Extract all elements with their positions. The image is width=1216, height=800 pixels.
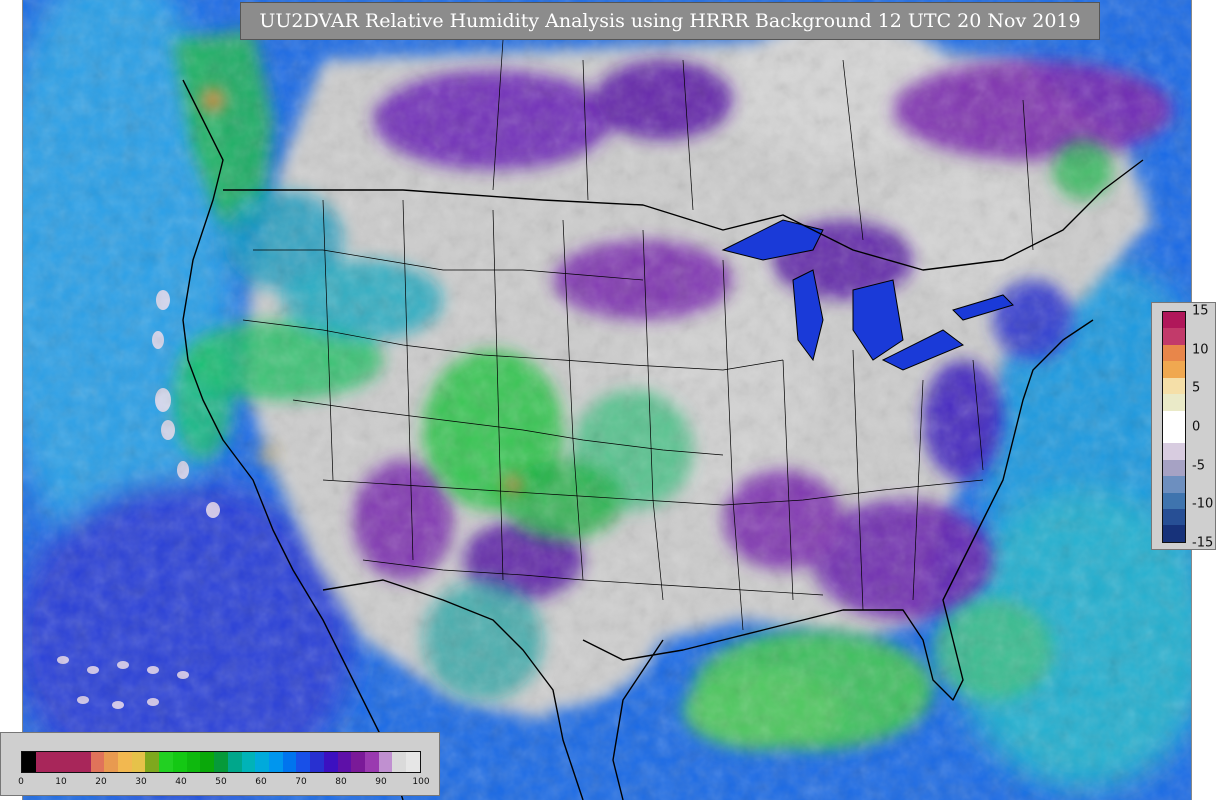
colorbar-segment — [1163, 394, 1185, 411]
colorbar-segment — [241, 752, 256, 772]
colorbar-segment — [1163, 361, 1185, 378]
colorbar-segment — [1163, 492, 1185, 510]
colorbar-segment — [172, 752, 187, 772]
colorbar-segment — [337, 752, 352, 772]
colorbar-segment — [1163, 525, 1185, 542]
rh-colorbar — [21, 751, 421, 773]
colorbar-segment — [268, 752, 283, 772]
rh-tick-label: 40 — [175, 777, 187, 787]
colorbar-segment — [76, 752, 91, 772]
colorbar-segment — [1163, 410, 1185, 427]
rh-analysis-map — [23, 0, 1191, 800]
difference-colorbar — [1162, 311, 1186, 543]
colorbar-segment — [351, 752, 365, 772]
colorbar-segment — [1163, 509, 1185, 526]
difference-tick-label: 5 — [1192, 380, 1201, 396]
colorbar-segment — [1163, 459, 1185, 477]
colorbar-segment — [1163, 377, 1185, 395]
difference-colorbar-legend: 15 10 5 0 -5 -10 -15 — [1151, 302, 1216, 551]
colorbar-segment — [1163, 476, 1185, 493]
colorbar-segment — [364, 752, 379, 772]
difference-tick-label: 0 — [1192, 419, 1201, 435]
colorbar-segment — [1163, 426, 1185, 444]
colorbar-segment — [159, 752, 173, 772]
colorbar-segment — [255, 752, 269, 772]
colorbar-segment — [118, 752, 132, 772]
map-title: UU2DVAR Relative Humidity Analysis using… — [240, 2, 1100, 40]
map-panel — [22, 0, 1192, 800]
colorbar-segment — [49, 752, 64, 772]
colorbar-segment — [63, 752, 77, 772]
colorbar-segment — [145, 752, 160, 772]
rh-tick-label: 80 — [335, 777, 347, 787]
rh-tick-label: 0 — [18, 777, 24, 787]
colorbar-segment — [200, 752, 215, 772]
rh-tick-label: 60 — [255, 777, 267, 787]
colorbar-segment — [90, 752, 105, 772]
rh-tick-label: 90 — [375, 777, 387, 787]
colorbar-segment — [131, 752, 146, 772]
rh-tick-label: 100 — [412, 777, 430, 787]
rh-tick-label: 10 — [55, 777, 67, 787]
colorbar-segment — [214, 752, 228, 772]
colorbar-segment — [378, 752, 393, 772]
difference-tick-label: -10 — [1192, 496, 1214, 512]
difference-tick-label: 10 — [1192, 342, 1209, 358]
colorbar-segment — [1163, 443, 1185, 460]
colorbar-segment — [1163, 328, 1185, 345]
colorbar-segment — [406, 752, 420, 772]
colorbar-segment — [1163, 312, 1185, 329]
colorbar-segment — [186, 752, 201, 772]
rh-tick-label: 30 — [135, 777, 147, 787]
colorbar-segment — [227, 752, 242, 772]
colorbar-segment — [282, 752, 297, 772]
colorbar-segment — [392, 752, 407, 772]
colorbar-segment — [104, 752, 119, 772]
rh-colorbar-legend: 0 10 20 30 40 50 60 70 80 90 100 — [0, 732, 440, 796]
difference-tick-label: -5 — [1192, 458, 1205, 474]
rh-tick-label: 50 — [215, 777, 227, 787]
colorbar-segment — [310, 752, 324, 772]
colorbar-segment — [35, 752, 50, 772]
difference-tick-label: -15 — [1192, 535, 1214, 551]
rh-tick-label: 70 — [295, 777, 307, 787]
difference-tick-label: 15 — [1192, 303, 1209, 319]
colorbar-segment — [1163, 344, 1185, 362]
colorbar-segment — [22, 752, 36, 772]
rh-tick-label: 20 — [95, 777, 107, 787]
colorbar-segment — [323, 752, 338, 772]
colorbar-segment — [296, 752, 311, 772]
